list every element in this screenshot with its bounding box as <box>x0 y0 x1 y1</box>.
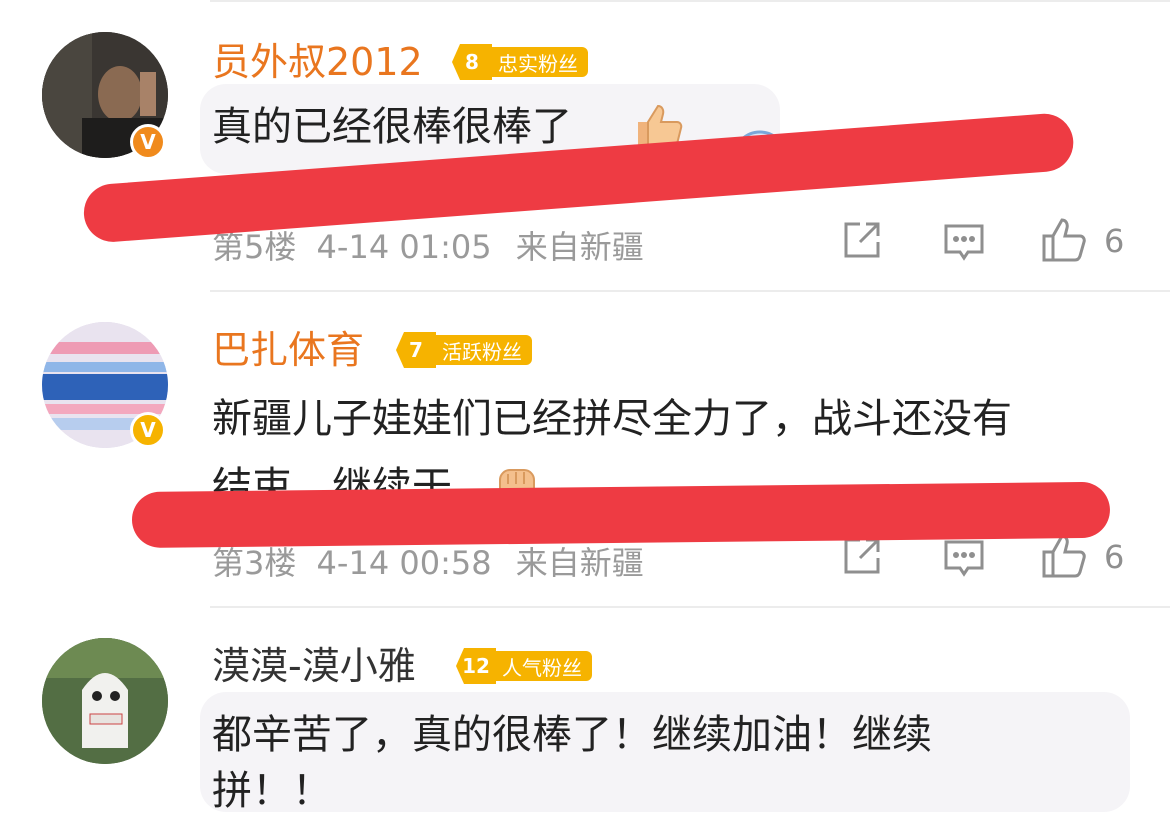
comment-time: 4-14 00:58 <box>316 544 492 582</box>
fan-badge-label: 活跃粉丝 <box>436 335 532 365</box>
fan-badge-label: 人气粉丝 <box>496 651 592 681</box>
share-icon[interactable] <box>840 534 884 582</box>
like-count: 6 <box>1104 538 1125 576</box>
redaction-mark <box>131 481 1111 548</box>
username[interactable]: 漠漠-漠小雅 <box>212 644 416 688</box>
comment-text-line-1: 都辛苦了，真的很棒了！继续加油！继续 <box>212 712 932 758</box>
verified-badge-icon: V <box>130 124 166 160</box>
comment-time: 4-14 01:05 <box>316 228 492 266</box>
share-icon[interactable] <box>840 218 884 266</box>
divider <box>210 290 1170 292</box>
fan-badge-label: 忠实粉丝 <box>492 47 588 77</box>
comment-location: 来自新疆 <box>515 228 644 266</box>
like-count: 6 <box>1104 222 1125 260</box>
comment-icon[interactable] <box>942 536 986 584</box>
floor-number: 第3楼 <box>212 544 297 582</box>
like-icon[interactable] <box>1040 214 1090 268</box>
avatar[interactable] <box>42 638 168 764</box>
fan-badge[interactable]: 8 忠实粉丝 <box>452 44 588 80</box>
comment-location: 来自新疆 <box>515 544 644 582</box>
divider <box>210 0 1170 2</box>
comment-text-line-2: 拼！！ <box>212 768 332 814</box>
fan-level: 7 <box>396 332 436 368</box>
username[interactable]: 员外叔2012 <box>212 40 423 84</box>
floor-number: 第5楼 <box>212 228 297 266</box>
fan-level: 12 <box>456 648 496 684</box>
username[interactable]: 巴扎体育 <box>212 328 364 372</box>
divider <box>210 606 1170 608</box>
fan-badge[interactable]: 7 活跃粉丝 <box>396 332 532 368</box>
comment-icon[interactable] <box>942 220 986 268</box>
fan-badge[interactable]: 12 人气粉丝 <box>456 648 592 684</box>
comment-text: 真的已经很棒很棒了 <box>212 104 572 150</box>
verified-badge-icon: V <box>130 412 166 448</box>
fan-level: 8 <box>452 44 492 80</box>
avatar-image <box>42 638 168 764</box>
comment-text-line-1: 新疆儿子娃娃们已经拼尽全力了，战斗还没有 <box>212 396 1012 442</box>
